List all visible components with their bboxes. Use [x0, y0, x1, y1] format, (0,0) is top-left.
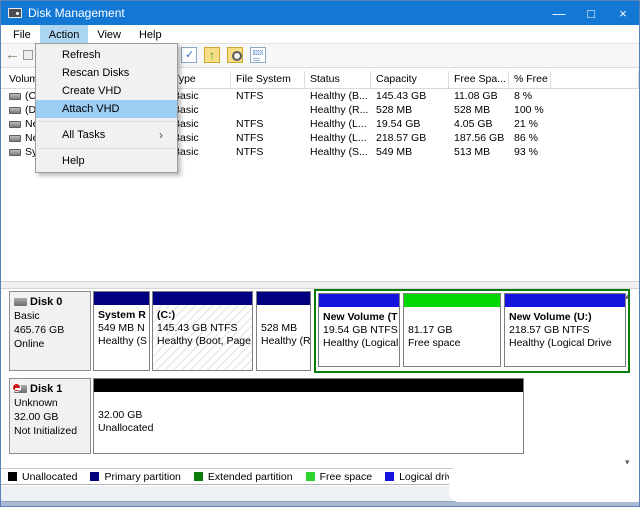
- menu-item-attach-vhd[interactable]: Attach VHD: [36, 100, 177, 118]
- header-capacity[interactable]: Capacity: [371, 71, 449, 88]
- maximize-button[interactable]: □: [575, 1, 607, 25]
- volume-icon: [9, 93, 21, 100]
- logical-drive-bar: [505, 294, 625, 307]
- volume-icon: [9, 149, 21, 156]
- primary-partition-bar: [257, 292, 310, 305]
- partition-unallocated[interactable]: 32.00 GB Unallocated: [93, 378, 524, 454]
- menu-item-create-vhd[interactable]: Create VHD: [36, 82, 177, 100]
- extended-partition-swatch: [194, 472, 203, 481]
- menu-separator: [38, 148, 175, 149]
- header-file-system[interactable]: File System: [231, 71, 305, 88]
- legend-extended-partition: Extended partition: [194, 471, 293, 483]
- pane-splitter[interactable]: [1, 281, 639, 289]
- partition-new-volume-u[interactable]: New Volume (U:) 218.57 GB NTFS Healthy (…: [504, 293, 626, 367]
- volume-icon: [9, 135, 21, 142]
- primary-partition-bar: [153, 292, 252, 305]
- menu-help[interactable]: Help: [130, 25, 171, 43]
- menu-item-all-tasks[interactable]: All Tasks ›: [36, 125, 177, 145]
- minimize-button[interactable]: —: [543, 1, 575, 25]
- explore-icon[interactable]: [227, 47, 243, 63]
- menu-file[interactable]: File: [4, 25, 40, 43]
- disk0-label[interactable]: Disk 0 Basic 465.76 GB Online: [9, 291, 91, 371]
- window-controls: — □ ×: [543, 1, 639, 25]
- menu-view[interactable]: View: [88, 25, 130, 43]
- legend-unallocated: Unallocated: [8, 471, 77, 483]
- check-disk-icon[interactable]: [181, 47, 197, 63]
- menu-item-help[interactable]: Help: [36, 152, 177, 170]
- submenu-arrow-icon: ›: [159, 128, 163, 142]
- partition-recovery[interactable]: 528 MB Healthy (R: [256, 291, 311, 371]
- change-drive-letter-icon[interactable]: [204, 47, 220, 63]
- header-status[interactable]: Status: [305, 71, 371, 88]
- scroll-up-icon[interactable]: ▴: [625, 291, 630, 302]
- menu-bar: File Action View Help: [1, 25, 639, 44]
- disk-management-app-icon: [8, 8, 22, 18]
- free-space-swatch: [306, 472, 315, 481]
- legend-primary-partition: Primary partition: [90, 471, 180, 483]
- primary-partition-swatch: [90, 472, 99, 481]
- free-space-bar: [404, 294, 500, 307]
- partition-new-volume-t[interactable]: New Volume (T 19.54 GB NTFS Healthy (Log…: [318, 293, 400, 367]
- not-initialized-icon: [12, 383, 21, 392]
- white-overlay-artifact: [449, 464, 640, 502]
- window-title: Disk Management: [28, 6, 125, 20]
- menu-item-rescan-disks[interactable]: Rescan Disks: [36, 64, 177, 82]
- menu-item-refresh[interactable]: Refresh: [36, 46, 177, 64]
- forward-icon[interactable]: [23, 50, 33, 60]
- partition-free-space[interactable]: 81.17 GB Free space: [403, 293, 501, 367]
- volume-icon: [9, 121, 21, 128]
- disk-management-window: Disk Management — □ × File Action View H…: [0, 0, 640, 507]
- disk-icon: [14, 298, 27, 306]
- partition-system-reserved[interactable]: System R 549 MB N Healthy (S: [93, 291, 150, 371]
- legend-free-space: Free space: [306, 471, 373, 483]
- extended-partition-frame: New Volume (T 19.54 GB NTFS Healthy (Log…: [314, 289, 630, 373]
- close-button[interactable]: ×: [607, 1, 639, 25]
- volume-icon: [9, 107, 21, 114]
- legend-logical-drive: Logical drive: [385, 471, 458, 483]
- logical-drive-bar: [319, 294, 399, 307]
- unallocated-bar: [94, 379, 523, 392]
- menu-separator: [38, 121, 175, 122]
- logical-drive-swatch: [385, 472, 394, 481]
- unallocated-swatch: [8, 472, 17, 481]
- properties-icon[interactable]: [250, 47, 266, 63]
- action-menu: Refresh Rescan Disks Create VHD Attach V…: [35, 43, 178, 173]
- header-blank: [551, 71, 639, 88]
- primary-partition-bar: [94, 292, 149, 305]
- back-icon[interactable]: ←: [5, 46, 20, 63]
- header-free-space[interactable]: Free Spa...: [449, 71, 509, 88]
- disk-graphics-pane: Disk 0 Basic 465.76 GB Online System R 5…: [1, 289, 639, 468]
- menu-action[interactable]: Action: [40, 25, 89, 43]
- disk1-label[interactable]: Disk 1 Unknown 32.00 GB Not Initialized: [9, 378, 91, 454]
- title-bar: Disk Management — □ ×: [1, 1, 639, 25]
- partition-c-selected[interactable]: (C:) 145.43 GB NTFS Healthy (Boot, Page …: [152, 291, 253, 371]
- header-pct-free[interactable]: % Free: [509, 71, 551, 88]
